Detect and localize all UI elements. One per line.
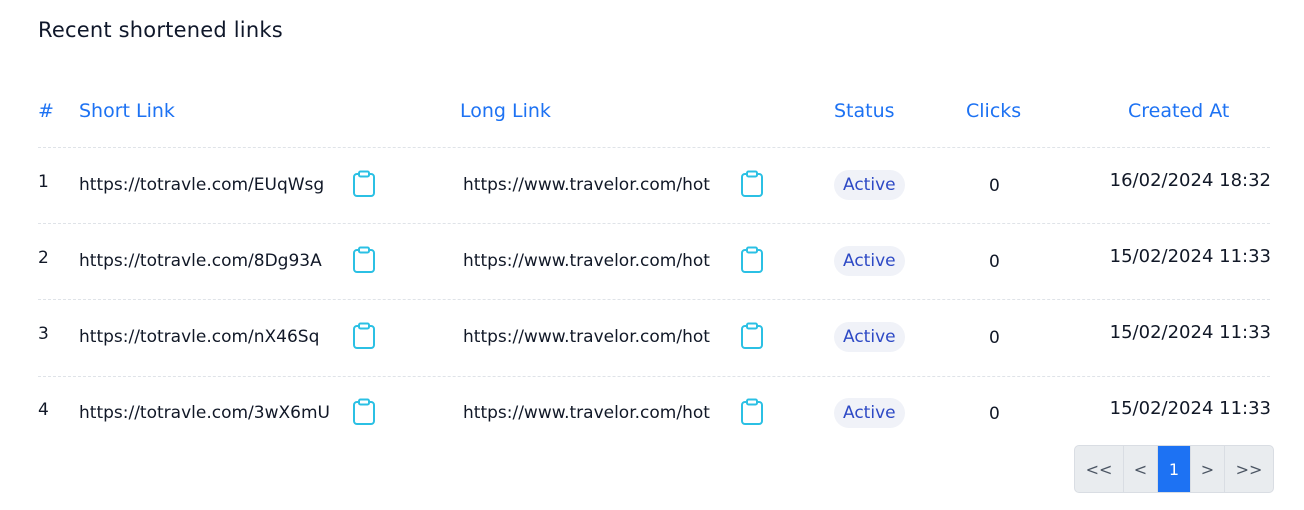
long-link[interactable]: https://www.travelor.com/hot [463,175,721,195]
clipboard-icon [741,322,763,349]
copy-short-link-button[interactable] [352,322,376,350]
short-link[interactable]: https://totravle.com/3wX6mU [79,403,330,423]
clipboard-icon [353,322,375,349]
clipboard-icon [353,398,375,425]
created-at: 15/02/2024 11:33 [1109,322,1271,343]
short-link[interactable]: https://totravle.com/EUqWsg [79,175,324,195]
last-page-button[interactable]: >> [1225,446,1273,492]
clicks-count: 0 [989,252,1000,272]
table-row: 4 https://totravle.com/3wX6mU https://ww… [0,376,1304,452]
created-at: 16/02/2024 18:32 [1109,170,1271,191]
clipboard-icon [353,246,375,273]
clicks-count: 0 [989,328,1000,348]
column-header-created-at: Created At [1128,100,1230,122]
short-link[interactable]: https://totravle.com/8Dg93A [79,251,322,271]
previous-page-button[interactable]: < [1124,446,1158,492]
status-badge: Active [834,170,905,200]
copy-long-link-button[interactable] [740,170,764,198]
copy-long-link-button[interactable] [740,322,764,350]
page-title: Recent shortened links [38,18,283,42]
created-at: 15/02/2024 11:33 [1109,246,1271,267]
table-row: 2 https://totravle.com/8Dg93A https://ww… [0,224,1304,300]
row-index: 1 [38,172,49,192]
row-index: 2 [38,248,49,268]
column-header-index: # [38,100,54,122]
copy-short-link-button[interactable] [352,170,376,198]
status-badge: Active [834,398,905,428]
status-badge: Active [834,246,905,276]
clicks-count: 0 [989,404,1000,424]
copy-short-link-button[interactable] [352,246,376,274]
clipboard-icon [741,398,763,425]
column-header-clicks: Clicks [966,100,1022,122]
copy-long-link-button[interactable] [740,398,764,426]
copy-long-link-button[interactable] [740,246,764,274]
current-page-button[interactable]: 1 [1158,446,1191,492]
clipboard-icon [353,170,375,197]
short-link[interactable]: https://totravle.com/nX46Sq [79,327,319,347]
first-page-button[interactable]: << [1075,446,1124,492]
clicks-count: 0 [989,176,1000,196]
clipboard-icon [741,246,763,273]
created-at: 15/02/2024 11:33 [1109,398,1271,419]
table-row: 1 https://totravle.com/EUqWsg https://ww… [0,148,1304,224]
next-page-button[interactable]: > [1191,446,1225,492]
column-header-short-link: Short Link [79,100,175,122]
clipboard-icon [741,170,763,197]
status-badge: Active [834,322,905,352]
long-link[interactable]: https://www.travelor.com/hot [463,327,721,347]
column-header-status: Status [834,100,895,122]
table-row: 3 https://totravle.com/nX46Sq https://ww… [0,300,1304,376]
column-header-long-link: Long Link [460,100,551,122]
copy-short-link-button[interactable] [352,398,376,426]
long-link[interactable]: https://www.travelor.com/hot [463,251,721,271]
pagination: << < 1 > >> [1074,445,1274,493]
long-link[interactable]: https://www.travelor.com/hot [463,403,721,423]
row-index: 4 [38,400,49,420]
row-index: 3 [38,324,49,344]
